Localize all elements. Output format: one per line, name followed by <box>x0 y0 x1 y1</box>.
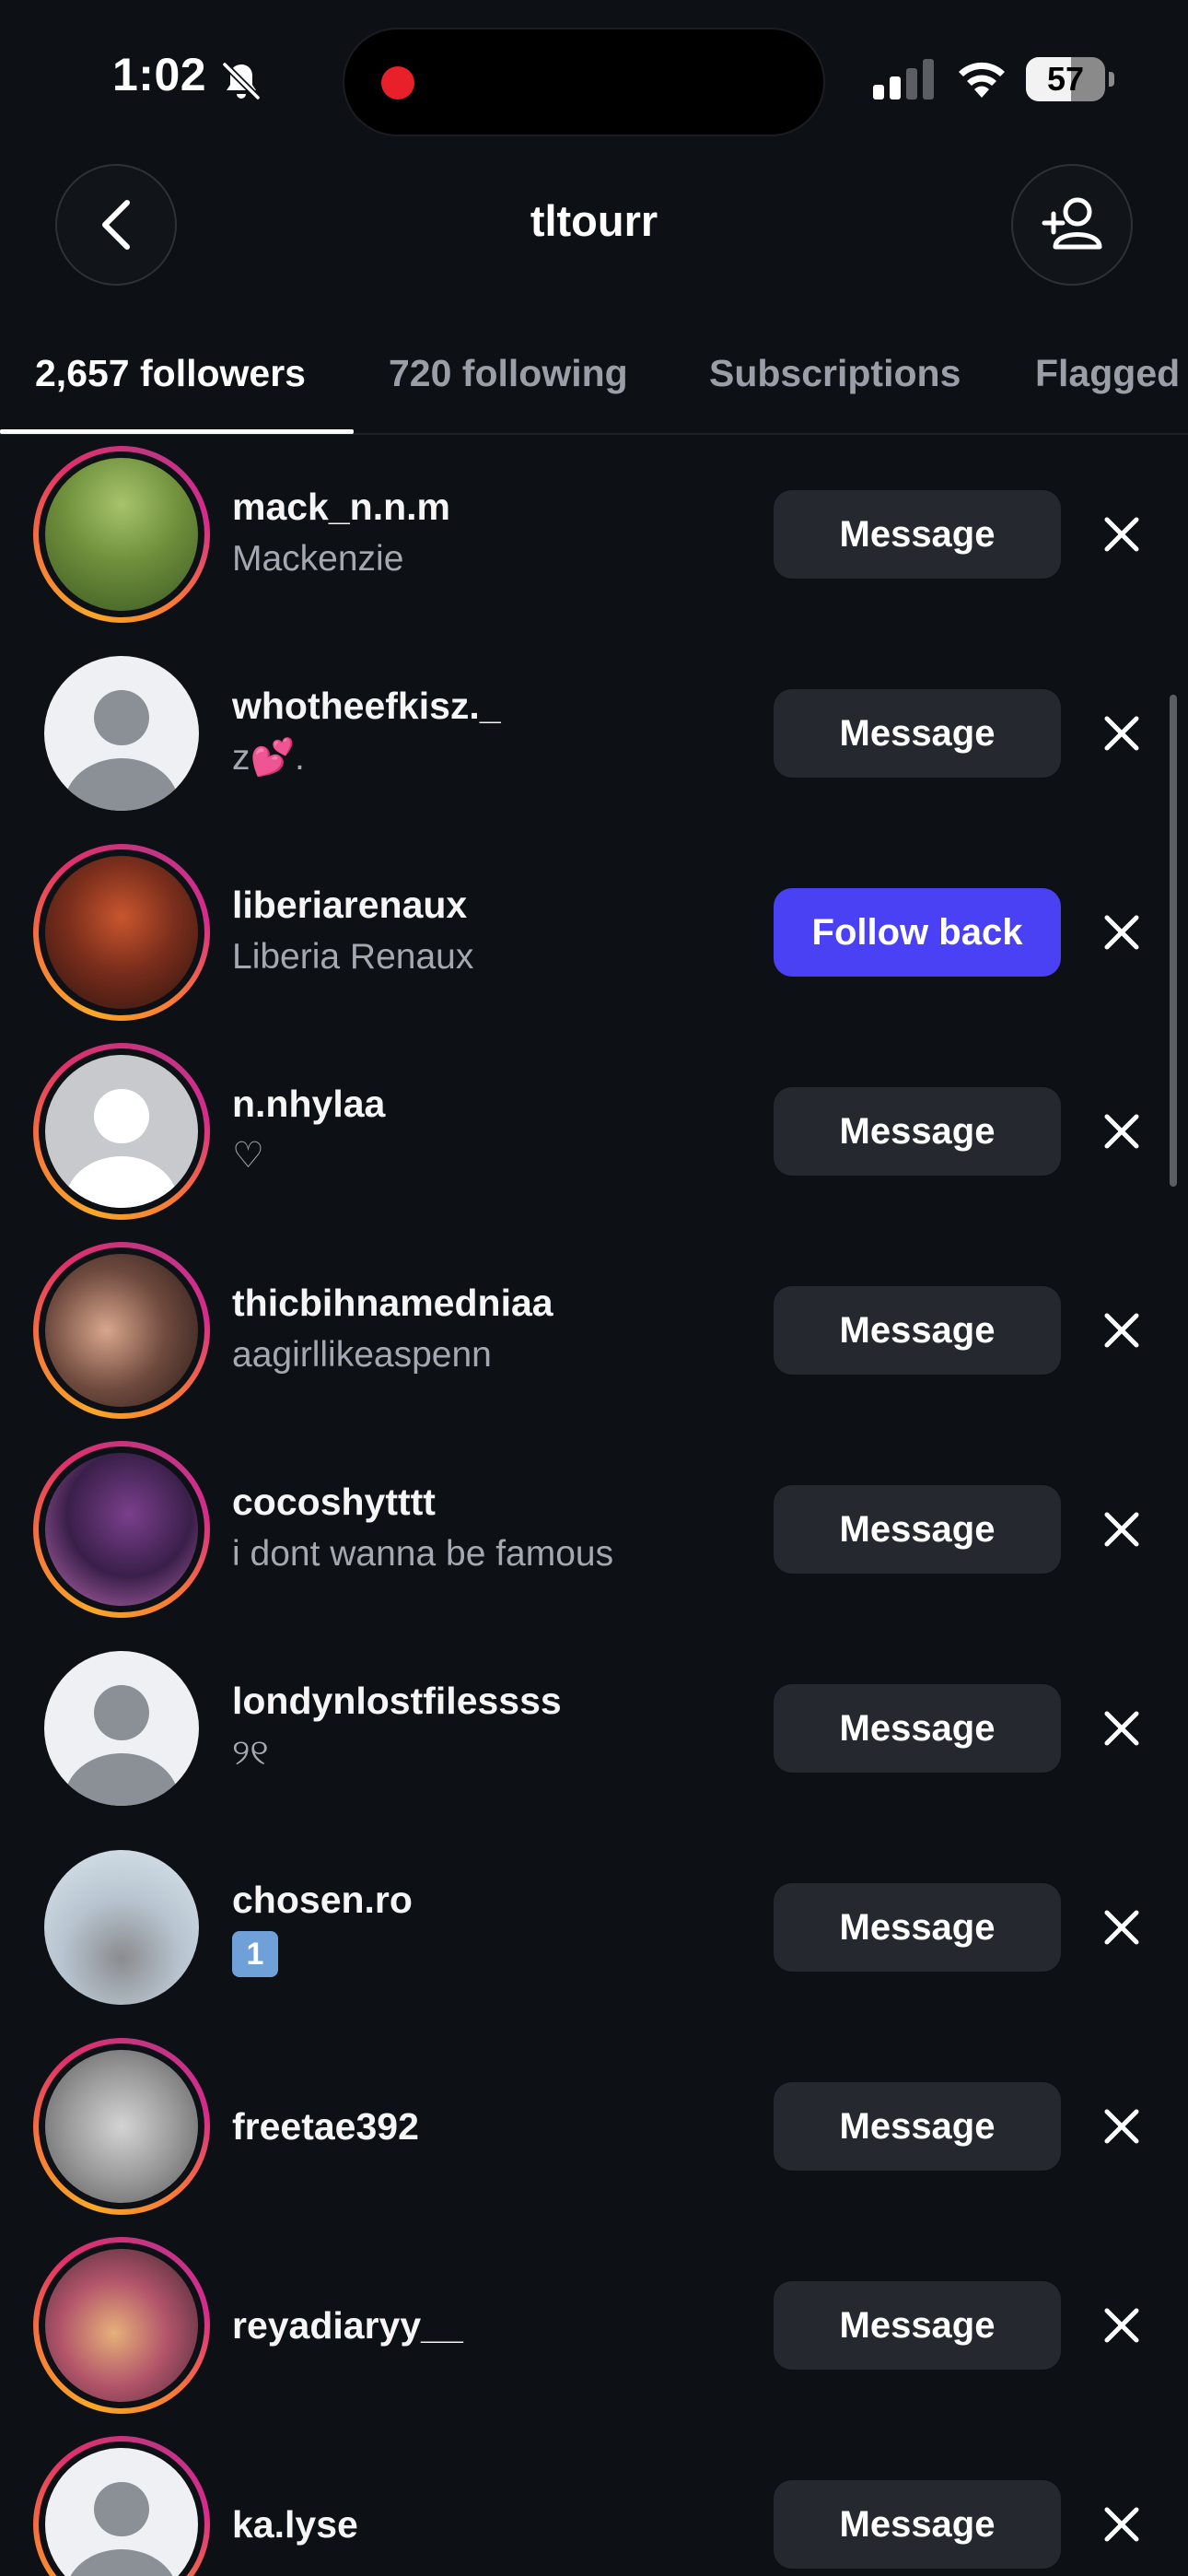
tab-following[interactable]: 720 following <box>389 341 628 433</box>
follower-row[interactable]: n.nhylaa ♡ Message <box>0 1034 1188 1233</box>
message-button[interactable]: Message <box>774 1485 1061 1574</box>
avatar[interactable] <box>33 1441 210 1618</box>
message-button[interactable]: Message <box>774 2480 1061 2569</box>
avatar-photo <box>45 458 198 611</box>
follower-row[interactable]: liberiarenaux Liberia Renaux Follow back <box>0 835 1188 1034</box>
bell-slash-icon <box>222 62 261 100</box>
battery-level: 57 <box>1046 60 1085 98</box>
avatar[interactable] <box>33 1043 210 1220</box>
signal-icon <box>873 59 934 100</box>
display-name: i dont wanna be famous <box>232 1534 614 1574</box>
follower-row[interactable]: londynlostfilessss ୨୧ Message <box>0 1631 1188 1830</box>
active-tab-indicator <box>0 429 354 434</box>
wifi-icon <box>959 62 1005 98</box>
message-button[interactable]: Message <box>774 1087 1061 1176</box>
message-button[interactable]: Message <box>774 2082 1061 2171</box>
avatar[interactable] <box>33 844 210 1021</box>
keycap-one-emoji: 1 <box>232 1930 278 1977</box>
message-button[interactable]: Message <box>774 1883 1061 1972</box>
remove-follower-icon[interactable] <box>1096 1703 1147 1754</box>
add-person-icon <box>1042 197 1102 250</box>
display-name: Mackenzie <box>232 539 404 579</box>
avatar[interactable] <box>33 446 210 623</box>
message-button[interactable]: Message <box>774 689 1061 778</box>
avatar[interactable] <box>33 1640 210 1817</box>
remove-follower-icon[interactable] <box>1096 2499 1147 2550</box>
scrollbar[interactable] <box>1170 695 1177 1187</box>
tab-bar: 2,657 followers 720 following Subscripti… <box>0 341 1188 435</box>
avatar-photo <box>45 2050 198 2203</box>
avatar-photo <box>44 1850 199 2005</box>
message-button[interactable]: Message <box>774 1286 1061 1375</box>
username[interactable]: ka.lyse <box>232 2500 748 2548</box>
avatar-photo <box>45 856 198 1009</box>
tab-followers[interactable]: 2,657 followers <box>35 341 306 433</box>
follower-row[interactable]: ka.lyse Message <box>0 2427 1188 2576</box>
username[interactable]: reyadiaryy__ <box>232 2301 748 2349</box>
display-name: Liberia Renaux <box>232 937 474 977</box>
avatar[interactable] <box>33 1839 210 2016</box>
recording-indicator-icon <box>381 66 414 100</box>
avatar[interactable] <box>33 645 210 822</box>
battery-icon: 57 <box>1026 57 1114 101</box>
username[interactable]: n.nhylaa <box>232 1080 748 1128</box>
message-button[interactable]: Message <box>774 2281 1061 2370</box>
display-name: ୨୧ <box>232 1733 269 1773</box>
page-title: tltourr <box>530 196 658 245</box>
default-avatar-icon <box>44 656 199 811</box>
display-name: aagirllikeaspenn <box>232 1335 492 1375</box>
message-button[interactable]: Message <box>774 1684 1061 1773</box>
follower-row[interactable]: whotheefkisz._ z💕. Message <box>0 636 1188 835</box>
remove-follower-icon[interactable] <box>1096 907 1147 958</box>
add-person-button[interactable] <box>1011 164 1133 286</box>
avatar-photo <box>45 1453 198 1606</box>
remove-follower-icon[interactable] <box>1096 1902 1147 1953</box>
avatar-photo <box>45 2249 198 2402</box>
dynamic-island <box>343 28 825 136</box>
remove-follower-icon[interactable] <box>1096 1106 1147 1157</box>
follower-row[interactable]: freetae392 Message <box>0 2029 1188 2228</box>
display-name: z💕. <box>232 738 305 778</box>
avatar[interactable] <box>33 1242 210 1419</box>
display-name: 1 <box>232 1927 748 1977</box>
status-time: 1:02 <box>112 49 207 100</box>
follower-row[interactable]: cocoshytttt i dont wanna be famous Message <box>0 1432 1188 1631</box>
default-avatar-icon <box>45 1055 198 1208</box>
remove-follower-icon[interactable] <box>1096 708 1147 759</box>
default-avatar-icon <box>44 1651 199 1806</box>
remove-follower-icon[interactable] <box>1096 509 1147 560</box>
follower-row[interactable]: chosen.ro 1 Message <box>0 1830 1188 2029</box>
username[interactable]: whotheefkisz._ <box>232 682 748 730</box>
message-button[interactable]: Message <box>774 490 1061 579</box>
display-name: ♡ <box>232 1136 264 1176</box>
remove-follower-icon[interactable] <box>1096 2101 1147 2152</box>
remove-follower-icon[interactable] <box>1096 2300 1147 2351</box>
status-bar: 1:02 57 <box>0 0 1188 157</box>
avatar[interactable] <box>33 2237 210 2414</box>
username[interactable]: liberiarenaux <box>232 881 748 929</box>
followers-screen: 1:02 57 tltourr 2,657 followers 720 foll… <box>0 0 1188 2576</box>
tab-subscriptions[interactable]: Subscriptions <box>709 341 961 433</box>
follower-row[interactable]: thicbihnamedniaa aagirllikeaspenn Message <box>0 1233 1188 1432</box>
username[interactable]: mack_n.n.m <box>232 483 748 531</box>
follow-back-button[interactable]: Follow back <box>774 888 1061 977</box>
avatar[interactable] <box>33 2038 210 2215</box>
username[interactable]: chosen.ro <box>232 1876 748 1924</box>
follower-row[interactable]: mack_n.n.m Mackenzie Message <box>0 437 1188 636</box>
username[interactable]: thicbihnamedniaa <box>232 1279 748 1327</box>
remove-follower-icon[interactable] <box>1096 1504 1147 1555</box>
username[interactable]: londynlostfilessss <box>232 1677 748 1725</box>
avatar-photo <box>45 1254 198 1407</box>
follower-row[interactable]: reyadiaryy__ Message <box>0 2228 1188 2427</box>
remove-follower-icon[interactable] <box>1096 1305 1147 1356</box>
username[interactable]: freetae392 <box>232 2102 748 2150</box>
username[interactable]: cocoshytttt <box>232 1478 748 1526</box>
avatar[interactable] <box>33 2436 210 2576</box>
tab-flagged[interactable]: Flagged <box>1035 341 1180 433</box>
